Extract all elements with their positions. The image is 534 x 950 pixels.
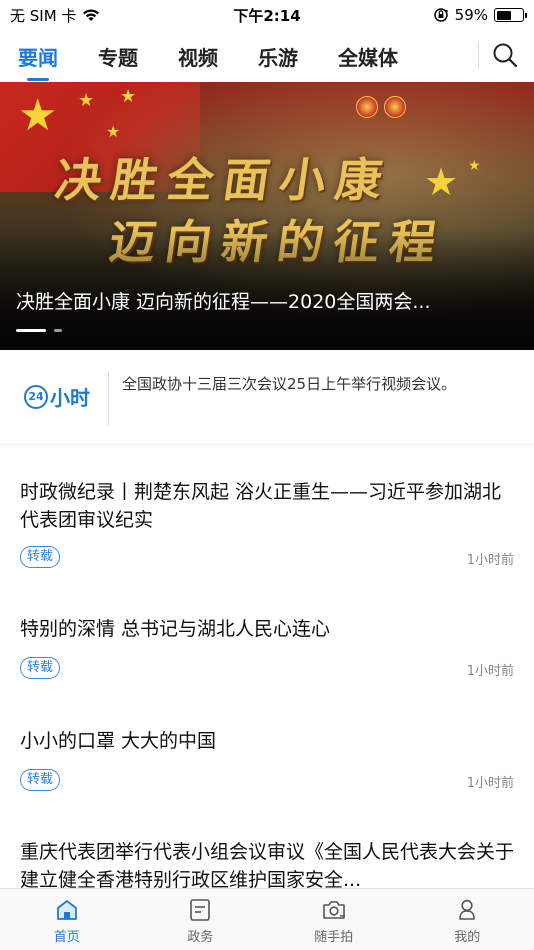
news-item[interactable]: 时政微纪录丨荆楚东风起 浴火正重生——习近平参加湖北代表团审议纪实 转载 1小时…	[0, 478, 534, 588]
nav-divider	[478, 42, 479, 68]
tab-video[interactable]: 视频	[178, 34, 218, 79]
hours24-logo-text: 小时	[50, 386, 90, 410]
category-tabs: 要闻 专题 视频 乐游 全媒体	[0, 34, 438, 79]
tabbar-snapshot-label: 随手拍	[314, 930, 354, 945]
news-time: 1小时前	[466, 664, 514, 679]
national-emblem-icon	[356, 96, 378, 118]
tabbar-profile-label: 我的	[454, 930, 481, 945]
section-divider	[0, 443, 534, 449]
wifi-icon	[83, 9, 100, 21]
document-icon	[190, 899, 211, 921]
repost-tag: 转载	[20, 657, 61, 679]
home-icon	[56, 900, 77, 920]
tabbar-home-label: 首页	[53, 930, 80, 945]
news-title[interactable]: 小小的口罩 大大的中国	[20, 727, 514, 755]
hours24-block[interactable]: 24 小时 全国政协十三届三次会议25日上午举行视频会议。	[0, 350, 534, 449]
tabbar-home[interactable]: 首页	[0, 889, 134, 950]
star-icon: ★	[424, 160, 459, 204]
hero-title[interactable]: 决胜全面小康 迈向新的征程——2020全国两会...	[16, 287, 516, 314]
tab-all-media[interactable]: 全媒体	[338, 34, 398, 79]
carrier-label: 无 SIM 卡	[10, 6, 77, 25]
star-icon: ★	[106, 122, 121, 141]
hours24-logo: 24 小时	[24, 382, 90, 411]
repost-tag: 转载	[20, 546, 61, 568]
repost-tag: 转载	[20, 769, 61, 791]
hero-calligraphy-line1: 决胜全面小康	[51, 153, 396, 207]
star-icon: ★	[18, 90, 58, 141]
hours24-logo-number: 24	[24, 384, 48, 409]
battery-percent: 59%	[454, 6, 488, 24]
battery-icon	[494, 8, 527, 22]
news-item[interactable]: 特别的深情 总书记与湖北人民心连心 转载 1小时前	[0, 615, 534, 695]
news-title[interactable]: 重庆代表团举行代表小组会议审议《全国人民代表大会关于建立健全香港特别行政区维护国…	[20, 838, 514, 894]
star-icon: ★	[468, 158, 481, 174]
status-right: 59%	[433, 6, 527, 24]
battery-level	[496, 10, 512, 20]
carousel-dot[interactable]	[16, 329, 46, 332]
news-time: 1小时前	[466, 553, 514, 568]
star-icon: ★	[120, 86, 137, 107]
tabbar-government[interactable]: 政务	[134, 889, 268, 950]
bottom-tab-bar: 首页 政务 随手拍 我的	[0, 888, 534, 950]
hours24-content[interactable]: 全国政协十三届三次会议25日上午举行视频会议。	[122, 374, 502, 395]
news-title[interactable]: 时政微纪录丨荆楚东风起 浴火正重生——习近平参加湖北代表团审议纪实	[20, 478, 514, 534]
hero-banner[interactable]: ★ ★ ★ ★ ★ ★ 决胜全面小康 迈向新的征程 决胜全面小康 迈向新的征程—…	[0, 82, 534, 350]
tabbar-government-label: 政务	[187, 930, 214, 945]
orientation-lock-icon	[433, 8, 448, 22]
status-bar: 无 SIM 卡 下午2:14 59%	[0, 0, 534, 30]
camera-icon	[322, 901, 345, 919]
carousel-indicator	[16, 329, 62, 332]
tab-travel[interactable]: 乐游	[258, 34, 298, 79]
search-icon[interactable]	[490, 40, 520, 70]
tab-topics[interactable]: 专题	[98, 34, 138, 79]
news-item[interactable]: 小小的口罩 大大的中国 转载 1小时前	[0, 727, 534, 807]
news-time: 1小时前	[466, 776, 514, 791]
carousel-dot[interactable]	[54, 329, 62, 332]
top-nav: 要闻 专题 视频 乐游 全媒体	[0, 30, 534, 82]
tabbar-profile[interactable]: 我的	[401, 889, 534, 950]
cppcc-emblem-icon	[384, 96, 406, 118]
user-icon	[459, 899, 476, 920]
status-left: 无 SIM 卡	[10, 5, 100, 26]
hero-emblems	[356, 96, 482, 118]
news-title[interactable]: 特别的深情 总书记与湖北人民心连心	[20, 615, 514, 643]
tab-headlines[interactable]: 要闻	[18, 34, 58, 79]
star-icon: ★	[78, 90, 95, 111]
tabbar-snapshot[interactable]: 随手拍	[267, 889, 401, 950]
hours24-divider	[108, 372, 109, 426]
